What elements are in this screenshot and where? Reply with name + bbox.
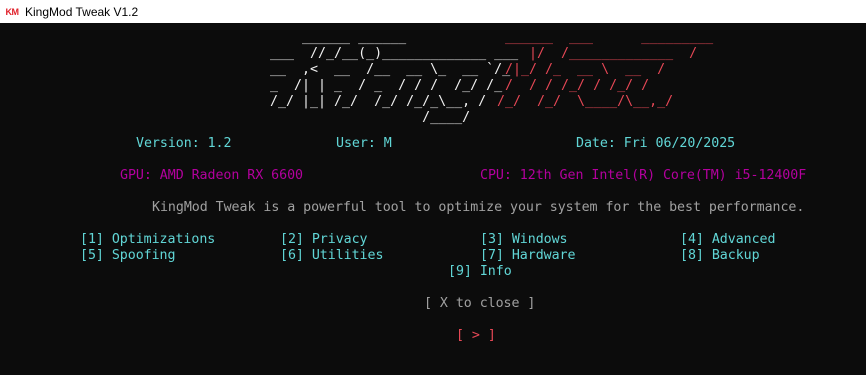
description-text: KingMod Tweak is a powerful tool to opti… — [152, 200, 805, 215]
banner-white-line-5: /_/ |_| /_/ /_/ /_/_\__, / — [262, 94, 503, 109]
console-area[interactable]: ______ ______ ___ //_/__(_)_____________… — [0, 23, 866, 375]
menu-item-utilities[interactable]: [6] Utilities — [280, 248, 383, 264]
menu-item-windows[interactable]: [3] Windows — [480, 232, 568, 248]
app-icon: KM — [4, 5, 20, 18]
banner-red-line-5: /_/ /_/ \____/\__,_/ — [497, 94, 674, 109]
close-hint: [ X to close ] — [424, 296, 536, 311]
gpu-label: GPU: AMD Radeon RX 6600 — [120, 168, 303, 183]
menu-item-info[interactable]: [9] Info — [448, 264, 512, 280]
version-label: Version: 1.2 — [136, 136, 232, 151]
banner-white-line-4: _ /| | _ / _ / / / /_/ /_ — [262, 78, 519, 93]
banner-red-line-3: /|_/ /_ __ \ __ / — [497, 62, 666, 77]
menu-item-advanced[interactable]: [4] Advanced — [680, 232, 776, 248]
input-prompt[interactable]: [ > ] — [456, 328, 496, 344]
banner-red-line-4: / / / /_/ / /_/ / — [497, 78, 650, 93]
app-icon-letter-m: M — [11, 6, 19, 17]
menu-item-backup[interactable]: [8] Backup — [680, 248, 760, 264]
menu-item-optimizations[interactable]: [1] Optimizations — [80, 232, 215, 248]
menu-item-privacy[interactable]: [2] Privacy — [280, 232, 368, 248]
banner-white-line-6: /____/ — [262, 110, 519, 125]
user-label: User: M — [336, 136, 392, 151]
banner-red-line-1: ______ ___ _________ — [505, 30, 714, 45]
banner-red-line-2: |/ /_____________ / — [505, 46, 698, 61]
menu-item-hardware[interactable]: [7] Hardware — [480, 248, 576, 264]
window-title: KingMod Tweak V1.2 — [25, 4, 139, 19]
cpu-label: CPU: 12th Gen Intel(R) Core(TM) i5-12400… — [480, 168, 807, 183]
banner-white-line-3: __ ,< __ /__ __ \_ __ `/_ — [262, 62, 527, 77]
menu-item-spoofing[interactable]: [5] Spoofing — [80, 248, 176, 264]
title-bar[interactable]: KM KingMod Tweak V1.2 — [0, 0, 866, 23]
date-label: Date: Fri 06/20/2025 — [576, 136, 736, 151]
